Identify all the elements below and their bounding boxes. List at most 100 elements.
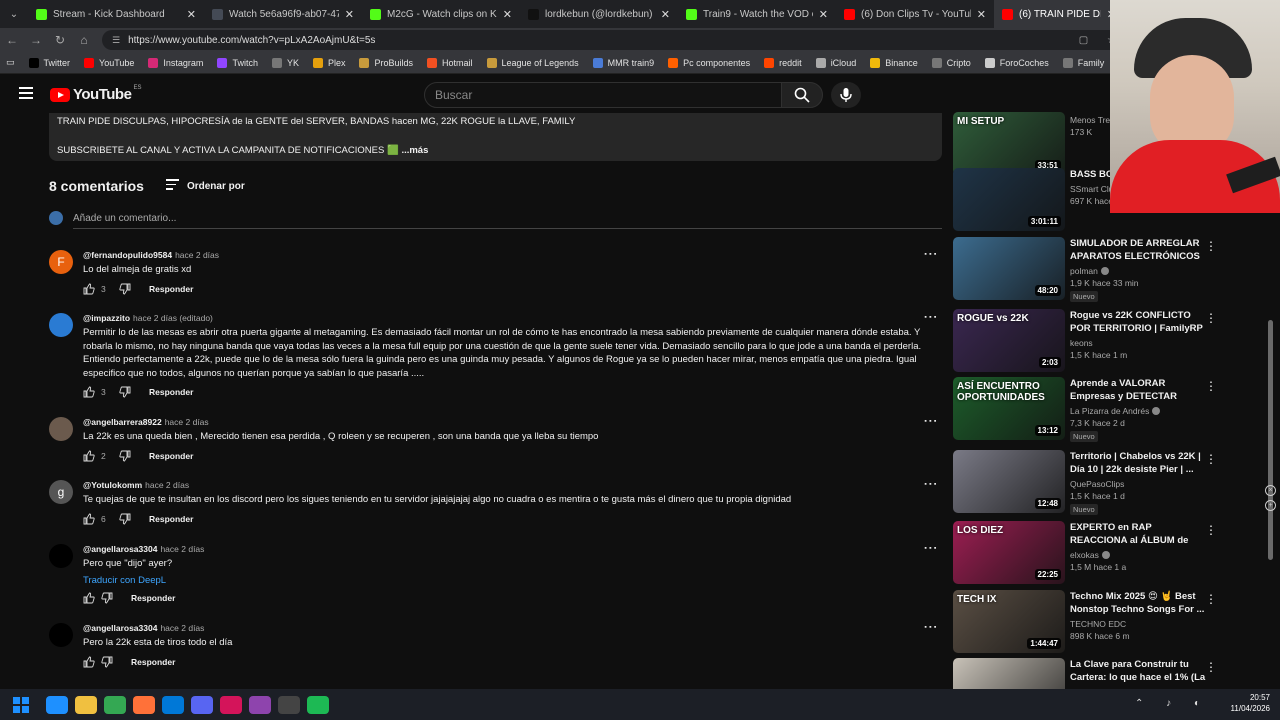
video-title[interactable]: La Clave para Construir tu Cartera: lo q…	[1070, 658, 1210, 684]
tab-search-icon[interactable]: ⌄	[0, 0, 28, 28]
related-video[interactable]: ROGUE vs 22K 2:03 Rogue vs 22K CONFLICTO P…	[953, 309, 1223, 373]
windows-start-icon[interactable]	[13, 696, 29, 713]
video-menu-icon[interactable]: ⋮	[1205, 311, 1217, 325]
dislike-icon[interactable]	[119, 283, 131, 295]
bookmark-item[interactable]: Plex	[312, 57, 345, 68]
related-video[interactable]: ASÍ ENCUENTRO OPORTUNIDADES 13:12 Aprende …	[953, 377, 1223, 442]
video-menu-icon[interactable]: ⋮	[1205, 660, 1217, 674]
taskbar-app-icon[interactable]	[46, 695, 68, 714]
comment-avatar[interactable]	[49, 623, 73, 647]
voice-search-button[interactable]	[831, 82, 861, 108]
video-title[interactable]: Techno Mix 2025 😍 🤘 Best Nonstop Techno …	[1070, 590, 1210, 616]
comment-time[interactable]: hace 2 días	[160, 623, 204, 633]
taskbar-app-icon[interactable]	[278, 695, 300, 714]
more-options-icon[interactable]: ⋮	[923, 247, 939, 261]
taskbar-app-icon[interactable]	[249, 695, 271, 714]
comment-avatar[interactable]	[49, 313, 73, 337]
like-icon[interactable]	[83, 386, 95, 398]
reply-button[interactable]: Responder	[131, 593, 175, 603]
channel-name[interactable]: keons	[1070, 338, 1210, 348]
tab-close-icon[interactable]: ✕	[503, 8, 512, 21]
browser-tab[interactable]: Train9 - Watch the VOD on Kick ✕	[678, 0, 836, 28]
more-options-icon[interactable]: ⋮	[923, 310, 939, 324]
add-comment-box[interactable]: Añade un comentario...	[49, 211, 942, 225]
like-icon[interactable]	[83, 656, 95, 668]
bookmark-item[interactable]: Binance	[870, 57, 918, 68]
bookmark-item[interactable]: Twitter	[28, 57, 70, 68]
taskbar-app-icon[interactable]	[220, 695, 242, 714]
video-menu-icon[interactable]: ⋮	[1205, 452, 1217, 466]
browser-tab[interactable]: lordkebun (@lordkebun) | TikTok ✕	[520, 0, 678, 28]
youtube-logo[interactable]: YouTube ES	[50, 85, 141, 103]
back-icon[interactable]: ←	[0, 33, 24, 47]
browser-tab[interactable]: (6) TRAIN PIDE DISCULPAS, HIPOC✕	[994, 0, 1124, 28]
channel-name[interactable]: elxokas	[1070, 550, 1210, 560]
channel-name[interactable]: polman	[1070, 266, 1210, 276]
comment-time[interactable]: hace 2 días (editado)	[133, 313, 213, 323]
reply-button[interactable]: Responder	[149, 514, 193, 524]
video-menu-icon[interactable]: ⋮	[1205, 379, 1217, 393]
tab-close-icon[interactable]: ✕	[187, 8, 196, 21]
video-thumbnail[interactable]: 12:48	[953, 450, 1065, 513]
bookmark-item[interactable]: Twitch	[217, 57, 258, 68]
taskbar-app-icon[interactable]	[191, 695, 213, 714]
bookmark-item[interactable]: YouTube	[84, 57, 134, 68]
reply-button[interactable]: Responder	[149, 387, 193, 397]
like-icon[interactable]	[83, 450, 95, 462]
tab-close-icon[interactable]: ✕	[819, 8, 828, 21]
show-more-link[interactable]: ...más	[401, 145, 428, 156]
bookmark-item[interactable]: iCloud	[815, 57, 856, 68]
comment-author[interactable]: @impazzito	[83, 313, 130, 323]
related-video[interactable]: TECH IX 1:44:47 Techno Mix 2025 😍 🤘 Best N…	[953, 590, 1223, 654]
video-thumbnail[interactable]: TECH IX 1:44:47	[953, 590, 1065, 653]
browser-tab[interactable]: Stream - Kick Dashboard ✕	[28, 0, 204, 28]
taskbar-app-icon[interactable]	[162, 695, 184, 714]
extension-add-icon[interactable]: +	[1265, 500, 1276, 511]
comment-time[interactable]: hace 2 días	[175, 250, 219, 260]
like-icon[interactable]	[83, 513, 95, 525]
taskbar-app-icon[interactable]	[307, 695, 329, 714]
video-title[interactable]: EXPERTO en RAP REACCIONA al ÁLBUM de ILL…	[1070, 521, 1210, 547]
search-input[interactable]: Buscar	[424, 82, 782, 108]
extension-close-icon[interactable]: ×	[1265, 485, 1276, 496]
taskbar-app-icon[interactable]	[133, 695, 155, 714]
tab-close-icon[interactable]: ✕	[977, 8, 986, 21]
comment-avatar[interactable]	[49, 544, 73, 568]
channel-name[interactable]: TECHNO EDC	[1070, 619, 1210, 629]
more-options-icon[interactable]: ⋮	[923, 620, 939, 634]
home-icon[interactable]: ⌂	[72, 33, 96, 47]
video-menu-icon[interactable]: ⋮	[1205, 592, 1217, 606]
comment-author[interactable]: @fernandopulido9584	[83, 250, 172, 260]
comment-author[interactable]: @angellarosa3304	[83, 544, 157, 554]
browser-tab[interactable]: M2cG - Watch clips on Kick ✕	[362, 0, 520, 28]
related-video[interactable]: LOS DIEZ 22:25 EXPERTO en RAP REACCIONA al…	[953, 521, 1223, 585]
video-title[interactable]: Aprende a VALORAR Empresas y DETECTAR Op…	[1070, 377, 1210, 403]
browser-tab[interactable]: (6) Don Clips Tv - YouTube ✕	[836, 0, 994, 28]
hamburger-menu-icon[interactable]	[19, 87, 33, 99]
bookmark-item[interactable]: Cripto	[931, 57, 971, 68]
video-thumbnail[interactable]: MI SETUP 33:51	[953, 112, 1065, 175]
comment-avatar[interactable]: F	[49, 250, 73, 274]
more-options-icon[interactable]: ⋮	[923, 477, 939, 491]
forward-icon[interactable]: →	[24, 33, 48, 47]
bookmark-item[interactable]: ProBuilds	[359, 57, 413, 68]
system-tray-icons[interactable]: ⌃ ♪ ◐	[1135, 698, 1210, 709]
dislike-icon[interactable]	[101, 592, 113, 604]
site-info-icon[interactable]: ☰	[112, 35, 120, 46]
video-thumbnail[interactable]: 3:01:11	[953, 168, 1065, 231]
related-video[interactable]: 12:48 Territorio | Chabelos vs 22K | Día …	[953, 450, 1223, 515]
video-title[interactable]: Rogue vs 22K CONFLICTO POR TERRITORIO | …	[1070, 309, 1210, 335]
comment-author[interactable]: @Yotulokomm	[83, 480, 142, 490]
bookmark-item[interactable]: Instagram	[148, 57, 203, 68]
browser-tab[interactable]: Watch 5e6a96f9-ab07-47b6-84a1 ✕	[204, 0, 362, 28]
bookmark-item[interactable]: Pc componentes	[668, 57, 750, 68]
bookmark-item[interactable]: MMR train9	[592, 57, 654, 68]
channel-name[interactable]: QuePasoClips	[1070, 479, 1210, 489]
related-video[interactable]: 48:20 SIMULADOR DE ARREGLAR APARATOS ELEC…	[953, 237, 1223, 302]
comment-author[interactable]: @angellarosa3304	[83, 623, 157, 633]
dislike-icon[interactable]	[119, 450, 131, 462]
video-title[interactable]: Territorio | Chabelos vs 22K | Día 10 | …	[1070, 450, 1210, 476]
bookmark-item[interactable]: League of Legends	[486, 57, 579, 68]
more-options-icon[interactable]: ⋮	[923, 414, 939, 428]
comment-avatar[interactable]: g	[49, 480, 73, 504]
